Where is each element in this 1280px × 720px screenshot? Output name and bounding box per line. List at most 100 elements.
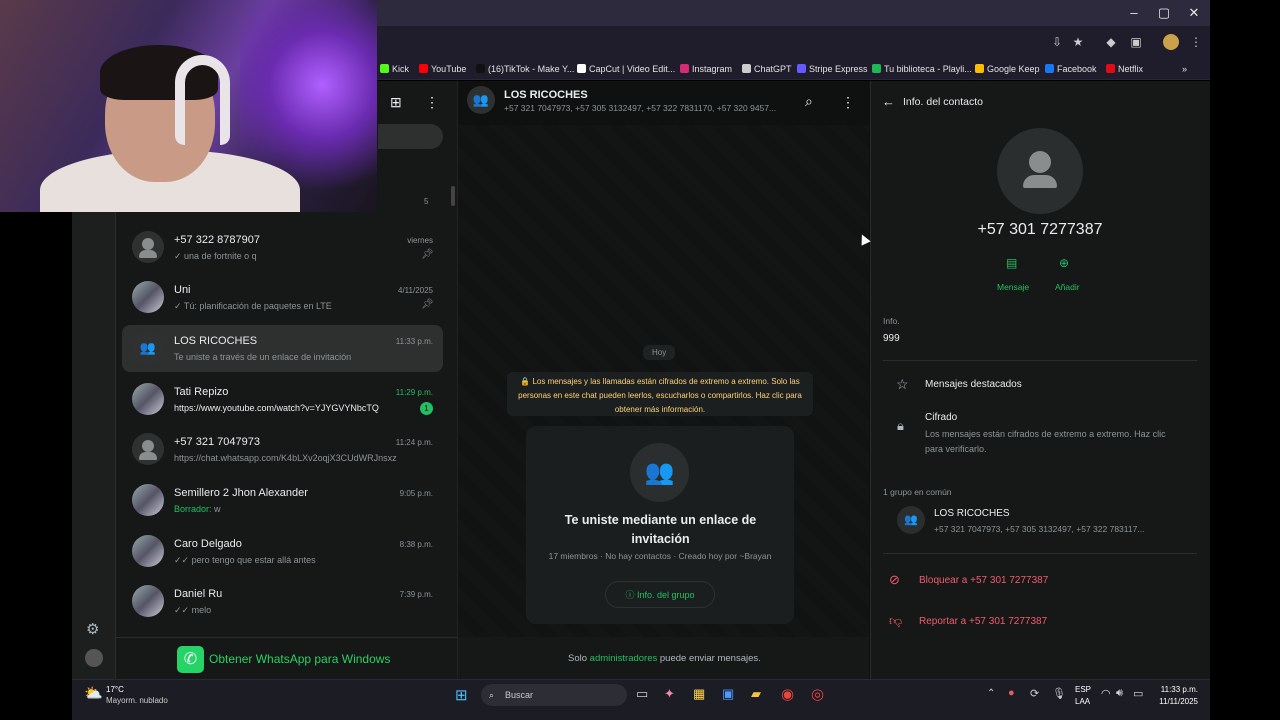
chat-list-item[interactable] — [122, 377, 443, 424]
block-contact[interactable]: Bloquear a +57 301 7277387 — [919, 575, 1048, 586]
extensions-puzzle-icon[interactable]: ▣ — [1128, 34, 1144, 50]
add-contact-icon[interactable]: ⊕ — [1059, 256, 1069, 270]
chat-preview-text: Te uniste a través de un enlace de invit… — [174, 352, 352, 362]
bookmark-item[interactable]: YouTube — [419, 61, 466, 77]
microphone-icon[interactable]: 🎙︎ — [1052, 687, 1066, 700]
bookmark-item[interactable]: Instagram — [680, 61, 732, 77]
contact-avatar[interactable] — [997, 128, 1083, 214]
extension-icon[interactable]: ◆ — [1103, 34, 1119, 50]
encrypted-desc[interactable]: Los mensajes están cifrados de extremo a… — [925, 427, 1175, 457]
encryption-notice[interactable]: 🔒 Los mensajes y las llamadas están cifr… — [507, 372, 813, 416]
chat-avatar[interactable] — [132, 535, 164, 567]
message-button[interactable]: Mensaje — [997, 282, 1029, 292]
admins-link[interactable]: administradores — [590, 653, 658, 664]
layout-indicator[interactable]: LAA — [1075, 697, 1090, 706]
bookmark-item[interactable]: Facebook — [1045, 61, 1097, 77]
chat-avatar[interactable] — [132, 484, 164, 516]
chat-avatar[interactable] — [132, 433, 164, 465]
chat-list-item[interactable] — [122, 225, 443, 272]
block-icon[interactable]: ⊘ — [889, 572, 900, 588]
profile-avatar-icon[interactable] — [85, 649, 103, 667]
footer-suffix: puede enviar mensajes. — [659, 653, 761, 664]
chat-subtitle[interactable]: +57 321 7047973, +57 305 3132497, +57 32… — [504, 103, 786, 113]
file-explorer-icon[interactable]: ▰ — [751, 686, 761, 702]
tray-sync-icon[interactable]: ⟳ — [1030, 687, 1039, 700]
chat-list-item[interactable] — [122, 326, 443, 373]
get-app-link[interactable]: Obtener WhatsApp para Windows — [209, 652, 390, 666]
whatsapp-logo-icon: ✆ — [177, 646, 204, 673]
group-icon: 👥 — [630, 443, 689, 502]
chat-menu-icon[interactable]: ⋮ — [841, 94, 855, 111]
more-bookmarks-button[interactable]: » — [1182, 61, 1187, 77]
bookmark-label: Stripe Express — [809, 64, 868, 74]
store-icon[interactable]: ▦ — [693, 686, 705, 702]
message-icon[interactable]: ▤ — [1006, 256, 1017, 270]
chrome-profile-icon[interactable]: ◎ — [811, 685, 824, 703]
report-icon[interactable]: 👎︎ — [889, 613, 902, 629]
bookmark-item[interactable]: ChatGPT — [742, 61, 792, 77]
bookmark-item[interactable]: (16)TikTok - Make Y... — [476, 61, 574, 77]
starred-messages[interactable]: Mensajes destacados — [925, 379, 1022, 390]
chat-avatar[interactable] — [132, 281, 164, 313]
add-contact-button[interactable]: Añadir — [1055, 282, 1080, 292]
common-group-members[interactable]: +57 321 7047973, +57 305 3132497, +57 32… — [934, 524, 1174, 534]
taskbar-search[interactable]: ⌕ Buscar — [481, 684, 627, 706]
clock-time[interactable]: 11:33 p.m. — [1154, 685, 1198, 694]
chat-list-item[interactable] — [122, 427, 443, 474]
wifi-icon[interactable]: ◠ — [1101, 687, 1111, 700]
weather-desc[interactable]: Mayorm. nublado — [106, 696, 168, 705]
back-arrow-icon[interactable]: ← — [882, 94, 895, 109]
volume-icon[interactable]: 🔊︎ — [1116, 687, 1123, 700]
tray-chevron-icon[interactable]: ⌃ — [987, 688, 995, 699]
chat-preview: https://chat.whatsapp.com/K4bLXv2oqjX3CU… — [174, 453, 404, 463]
encrypted-title[interactable]: Cifrado — [925, 412, 957, 423]
bookmark-item[interactable]: Netflix — [1106, 61, 1143, 77]
search-icon[interactable]: ⌕ — [805, 93, 813, 110]
copilot-icon[interactable]: ✦ — [664, 686, 675, 702]
battery-icon[interactable]: ▭ — [1133, 687, 1143, 700]
common-group-avatar-icon[interactable]: 👥 — [897, 506, 925, 534]
weather-temp[interactable]: 17°C — [106, 685, 124, 694]
weather-icon[interactable]: ⛅ — [84, 684, 103, 702]
menu-dots-icon[interactable]: ⋮ — [425, 94, 439, 111]
close-button[interactable]: ✕ — [1179, 4, 1209, 22]
search-input[interactable] — [378, 124, 443, 149]
chat-list-item[interactable] — [122, 275, 443, 322]
settings-icon[interactable]: ⚙ — [86, 620, 99, 638]
common-group-name[interactable]: LOS RICOCHES — [934, 508, 1010, 519]
list-scrollbar[interactable] — [451, 186, 455, 206]
minimize-button[interactable]: – — [1119, 4, 1149, 22]
chrome-icon[interactable]: ◉ — [781, 685, 794, 703]
bookmark-item[interactable]: Google Keep — [975, 61, 1040, 77]
new-chat-icon[interactable]: ⊞ — [390, 94, 402, 111]
chat-list-item[interactable] — [122, 579, 443, 626]
install-icon[interactable]: ⇩ — [1049, 34, 1065, 50]
tray-app-icon[interactable]: ● — [1008, 687, 1015, 699]
chat-avatar[interactable] — [132, 383, 164, 415]
chat-avatar[interactable]: 👥 — [132, 332, 164, 364]
chat-avatar[interactable] — [132, 585, 164, 617]
group-avatar-icon[interactable]: 👥 — [467, 86, 495, 114]
task-view-icon[interactable]: ▭ — [636, 686, 648, 702]
bookmark-item[interactable]: Kick — [380, 61, 409, 77]
clock-date[interactable]: 11/11/2025 — [1150, 697, 1198, 706]
windows-start-icon[interactable]: ⊞ — [455, 686, 468, 704]
teams-icon[interactable]: ▣ — [722, 686, 734, 702]
chat-list-item[interactable] — [122, 529, 443, 576]
chat-avatar[interactable] — [132, 231, 164, 263]
chat-list-item[interactable] — [122, 478, 443, 525]
pin-icon: 📌︎ — [421, 299, 434, 310]
group-info-button[interactable]: ⓘ Info. del grupo — [605, 581, 715, 608]
chat-time: 8:38 p.m. — [399, 540, 433, 549]
bookmark-star-icon[interactable]: ★ — [1070, 34, 1086, 50]
bookmark-icon — [577, 64, 586, 73]
profile-avatar[interactable] — [1163, 34, 1179, 50]
maximize-button[interactable]: ▢ — [1149, 4, 1179, 22]
browser-menu-icon[interactable]: ⋮ — [1188, 34, 1204, 50]
bookmark-item[interactable]: Tu biblioteca - Playli... — [872, 61, 972, 77]
report-contact[interactable]: Reportar a +57 301 7277387 — [919, 616, 1047, 627]
language-indicator[interactable]: ESP — [1075, 685, 1091, 694]
chat-title[interactable]: LOS RICOCHES — [504, 89, 588, 101]
bookmark-item[interactable]: CapCut | Video Edit... — [577, 61, 675, 77]
bookmark-item[interactable]: Stripe Express — [797, 61, 868, 77]
